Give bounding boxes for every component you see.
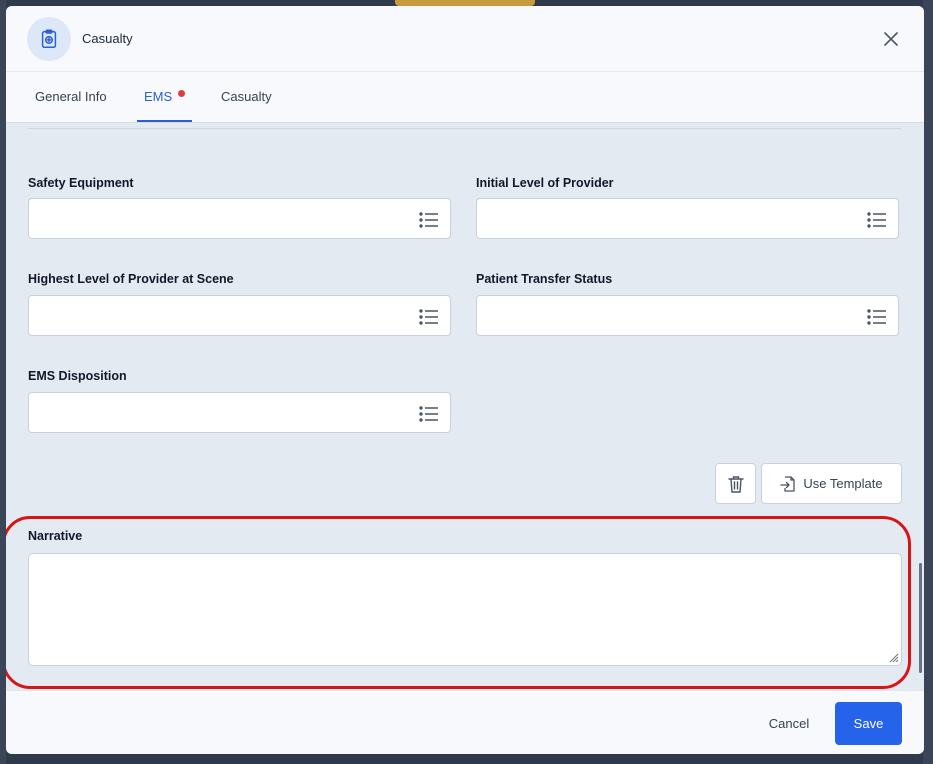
tab-label: EMS: [144, 89, 173, 104]
narrative-textarea[interactable]: [28, 553, 902, 666]
tab-bar: General Info EMS Casualty: [6, 72, 924, 123]
tab-label: Casualty: [221, 89, 272, 104]
trash-icon: [727, 475, 744, 493]
tab-indicator-dot: [178, 90, 186, 97]
tab-label: General Info: [35, 89, 107, 104]
close-button[interactable]: [882, 30, 900, 48]
list-icon: [419, 212, 438, 228]
tab-ems[interactable]: EMS: [137, 72, 193, 122]
initial-level-of-provider-field[interactable]: [476, 198, 899, 239]
list-icon: [867, 212, 886, 228]
patient-transfer-status-label: Patient Transfer Status: [476, 272, 613, 286]
divider: [28, 128, 901, 129]
casualty-modal: Casualty General Info EMS Casualty Safet…: [6, 6, 924, 754]
scrollbar[interactable]: [919, 563, 922, 673]
tab-casualty[interactable]: Casualty: [221, 72, 272, 120]
safety-equipment-field[interactable]: [28, 198, 451, 239]
highest-level-of-provider-field[interactable]: [28, 295, 451, 336]
cancel-button[interactable]: Cancel: [754, 703, 824, 745]
patient-transfer-status-field[interactable]: [476, 295, 899, 336]
close-icon: [884, 32, 898, 46]
ems-disposition-field[interactable]: [28, 392, 451, 433]
clipboard-medical-icon: [27, 17, 71, 61]
initial-level-of-provider-label: Initial Level of Provider: [476, 176, 614, 190]
modal-title: Casualty: [82, 31, 133, 46]
tab-general-info[interactable]: General Info: [35, 72, 107, 120]
narrative-label: Narrative: [28, 529, 83, 543]
modal-footer: Cancel Save: [6, 690, 924, 754]
use-template-label: Use Template: [803, 476, 883, 491]
form-body: Safety Equipment Initial Level of Provid…: [6, 123, 924, 690]
save-button[interactable]: Save: [835, 702, 902, 745]
list-icon: [419, 309, 438, 325]
modal-header: Casualty: [6, 6, 924, 72]
safety-equipment-label: Safety Equipment: [28, 176, 134, 190]
background-right: [923, 0, 933, 764]
list-icon: [419, 406, 438, 422]
ems-disposition-label: EMS Disposition: [28, 369, 127, 383]
use-template-button[interactable]: Use Template: [761, 463, 902, 504]
highest-level-of-provider-label: Highest Level of Provider at Scene: [28, 272, 234, 286]
file-import-icon: [780, 475, 796, 492]
delete-narrative-button[interactable]: [715, 463, 756, 504]
list-icon: [867, 309, 886, 325]
resize-grip-icon[interactable]: [887, 651, 899, 663]
